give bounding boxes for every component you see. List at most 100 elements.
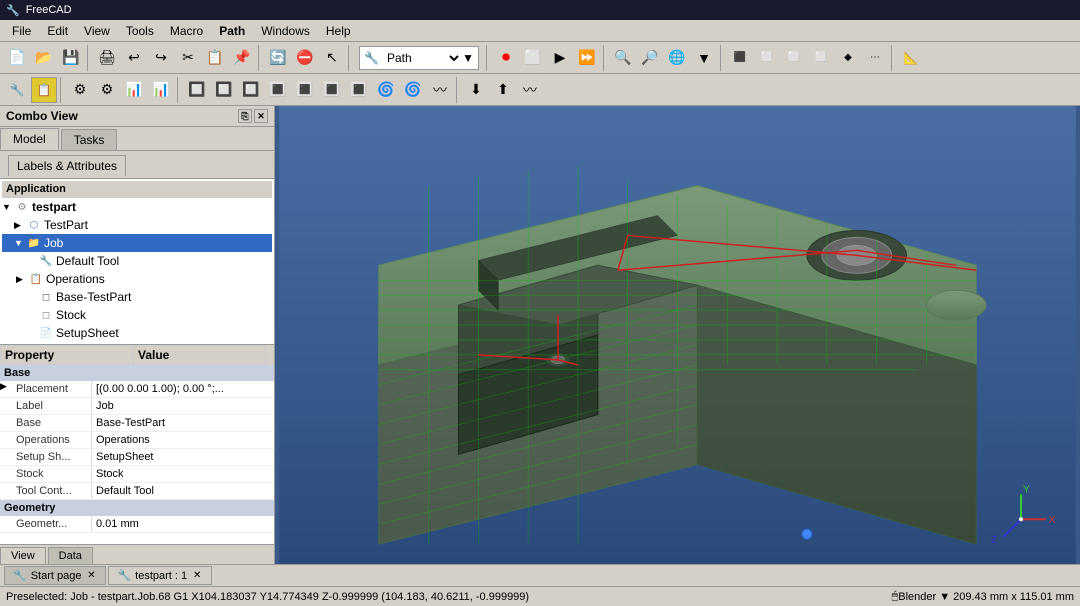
prop-section-base: Base — [0, 365, 274, 381]
view-home-button[interactable]: ⬛ — [727, 45, 753, 71]
view-more-button[interactable]: ⋯ — [862, 45, 888, 71]
record-button[interactable]: ⏺ — [493, 45, 519, 71]
path-dropdown[interactable]: 🔧 Path ▼ — [359, 46, 479, 70]
tree-item-testpart-part[interactable]: ▶ ⬡ TestPart — [2, 216, 272, 234]
tab-start-page[interactable]: 🔧 Start page ✕ — [4, 566, 106, 585]
expand-arrow-testpart: ▼ — [2, 202, 14, 212]
path-tb-12[interactable]: 🔳 — [319, 77, 345, 103]
prop-key-placement: Placement — [12, 381, 92, 397]
menu-view[interactable]: View — [76, 22, 118, 40]
path-tb-19[interactable]: 〰 — [517, 77, 543, 103]
toolbar-separator-1 — [87, 45, 91, 71]
statusbar: Preselected: Job - testpart.Job.68 G1 X1… — [0, 586, 1080, 606]
start-page-close-button[interactable]: ✕ — [85, 570, 97, 582]
new-file-button[interactable]: 📄 — [4, 45, 30, 71]
menu-tools[interactable]: Tools — [118, 22, 162, 40]
path-tb-13[interactable]: 🔳 — [346, 77, 372, 103]
tree-label-testpart-part: TestPart — [44, 218, 88, 232]
expand-arrow-stock — [26, 310, 38, 320]
menu-help[interactable]: Help — [318, 22, 359, 40]
zoom-out-button[interactable]: 🔎 — [637, 45, 663, 71]
path-tb-10[interactable]: 🔳 — [265, 77, 291, 103]
path-tb-1[interactable]: 🔧 — [4, 77, 30, 103]
prop-row-toolcont: Tool Cont... Default Tool — [0, 483, 274, 500]
tree-view: Application ▼ ⚙ testpart ▶ ⬡ TestPart ▼ … — [0, 179, 274, 344]
path-tb-8[interactable]: 🔲 — [211, 77, 237, 103]
tree-item-testpart[interactable]: ▼ ⚙ testpart — [2, 198, 272, 216]
menu-file[interactable]: File — [4, 22, 39, 40]
prop-row-operations: Operations Operations — [0, 432, 274, 449]
menu-path[interactable]: Path — [211, 22, 253, 40]
print-button[interactable]: 🖨 — [94, 45, 120, 71]
path-tb-6[interactable]: 📊 — [148, 77, 174, 103]
path-tb-4[interactable]: ⚙ — [94, 77, 120, 103]
path-tb-18[interactable]: ⬆ — [490, 77, 516, 103]
path-tb-2[interactable]: 📋 — [31, 77, 57, 103]
view-iso-button[interactable]: ◆ — [835, 45, 861, 71]
expand-arrow-default-tool — [26, 256, 38, 266]
view-front-button[interactable]: ⬜ — [754, 45, 780, 71]
path-tb-5[interactable]: 📊 — [121, 77, 147, 103]
path-tb-17[interactable]: ⬇ — [463, 77, 489, 103]
draw-style-button[interactable]: 🌐 — [664, 45, 690, 71]
path-tb-11[interactable]: 🔳 — [292, 77, 318, 103]
tree-label-job: Job — [44, 236, 63, 250]
refresh-button[interactable]: 🔄 — [265, 45, 291, 71]
toolbar-separator-3 — [348, 45, 352, 71]
testpart-close-button[interactable]: ✕ — [191, 570, 203, 582]
labels-tab-area: Labels & Attributes — [0, 151, 274, 179]
tree-item-job[interactable]: ▼ 📁 Job — [2, 234, 272, 252]
zoom-fit-button[interactable]: 🔍 — [610, 45, 636, 71]
copy-button[interactable]: 📋 — [202, 45, 228, 71]
toolcont-icon — [0, 483, 12, 499]
toolbar-separator-7 — [891, 45, 895, 71]
path-tb-16[interactable]: 〰 — [427, 77, 453, 103]
measure-button[interactable]: 📐 — [898, 45, 924, 71]
tree-item-stock[interactable]: ◻ Stock — [2, 306, 272, 324]
tree-item-base-testpart[interactable]: ◻ Base-TestPart — [2, 288, 272, 306]
cut-button[interactable]: ✂ — [175, 45, 201, 71]
labels-attributes-tab[interactable]: Labels & Attributes — [8, 155, 126, 176]
view-top-button[interactable]: ⬜ — [781, 45, 807, 71]
menu-edit[interactable]: Edit — [39, 22, 76, 40]
tb2-sep-1 — [60, 77, 64, 103]
prop-row-placement[interactable]: ▶ Placement [(0.00 0.00 1.00); 0.00 °;..… — [0, 381, 274, 398]
redo-button[interactable]: ↪ — [148, 45, 174, 71]
menu-macro[interactable]: Macro — [162, 22, 211, 40]
bottom-tab-data[interactable]: Data — [48, 547, 93, 564]
3d-viewport[interactable]: X Y Z — [275, 106, 1080, 564]
pointer-button[interactable]: ↖ — [319, 45, 345, 71]
fast-forward-button[interactable]: ⏩ — [574, 45, 600, 71]
save-file-button[interactable]: 💾 — [58, 45, 84, 71]
tab-tasks[interactable]: Tasks — [61, 129, 118, 150]
label-expand-icon — [0, 398, 12, 414]
dropdown-arrow-button[interactable]: ▼ — [691, 45, 717, 71]
stop-record-button[interactable]: ⬜ — [520, 45, 546, 71]
path-tb-3[interactable]: ⚙ — [67, 77, 93, 103]
path-tb-15[interactable]: 🌀 — [400, 77, 426, 103]
play-button[interactable]: ▶ — [547, 45, 573, 71]
property-panel: Property Value Base ▶ Placement [(0.00 0… — [0, 344, 274, 544]
path-select[interactable]: Path — [383, 50, 462, 66]
menu-windows[interactable]: Windows — [253, 22, 318, 40]
open-file-button[interactable]: 📂 — [31, 45, 57, 71]
bottom-tab-view[interactable]: View — [0, 547, 46, 564]
combo-close-button[interactable]: ✕ — [254, 109, 268, 123]
operations-expand-icon — [0, 432, 12, 448]
view-right-button[interactable]: ⬜ — [808, 45, 834, 71]
stock-prop-icon — [0, 466, 12, 482]
combo-float-button[interactable]: ⎘ — [238, 109, 252, 123]
tab-model[interactable]: Model — [0, 128, 59, 150]
path-tb-7[interactable]: 🔲 — [184, 77, 210, 103]
paste-button[interactable]: 📌 — [229, 45, 255, 71]
path-tb-14[interactable]: 🌀 — [373, 77, 399, 103]
tree-item-operations[interactable]: ▶ 📋 Operations — [2, 270, 272, 288]
testpart-icon: 🔧 — [117, 569, 131, 582]
path-tb-9[interactable]: 🔲 — [238, 77, 264, 103]
prop-val-operations: Operations — [92, 432, 274, 448]
tree-item-default-tool[interactable]: 🔧 Default Tool — [2, 252, 272, 270]
tree-item-setupsheet[interactable]: 📄 SetupSheet — [2, 324, 272, 342]
stop-button[interactable]: ⛔ — [292, 45, 318, 71]
undo-button[interactable]: ↩ — [121, 45, 147, 71]
tab-testpart[interactable]: 🔧 testpart : 1 ✕ — [108, 566, 212, 585]
